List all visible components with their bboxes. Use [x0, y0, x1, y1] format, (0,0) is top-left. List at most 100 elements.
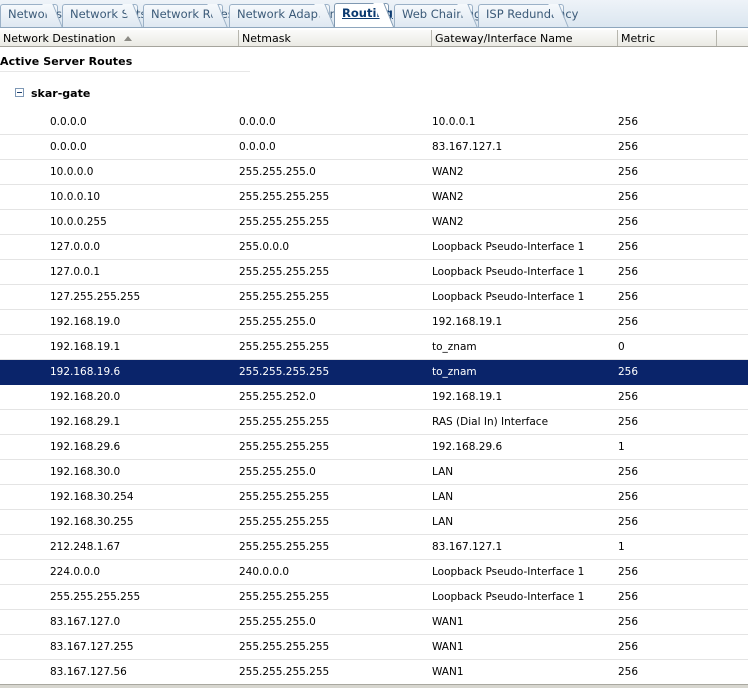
metric-cell: 256: [618, 166, 639, 178]
tab-label: ISP Redundancy: [486, 7, 579, 21]
horizontal-scrollbar-edge[interactable]: [0, 684, 748, 688]
tab-networks[interactable]: Networks: [0, 4, 62, 27]
network-destination-cell: 212.248.1.67: [50, 541, 121, 553]
group-name[interactable]: skar-gate: [31, 87, 90, 100]
tab-routing[interactable]: Routing: [334, 3, 393, 27]
table-row[interactable]: 127.255.255.255 255.255.255.255 Loopback P…: [0, 285, 748, 310]
table-row[interactable]: 224.0.0.0 240.0.0.0 Loopback Pseudo-Interf…: [0, 560, 748, 585]
netmask-cell: 255.255.255.255: [239, 291, 330, 303]
netmask-cell: 255.255.255.255: [239, 591, 330, 603]
gateway-cell: Loopback Pseudo-Interface 1: [432, 566, 585, 578]
table-row[interactable]: 10.0.0.255 255.255.255.255 WAN2 256: [0, 210, 748, 235]
network-destination-cell: 192.168.30.0: [50, 466, 121, 478]
table-row[interactable]: 127.0.0.1 255.255.255.255 Loopback Pseudo-…: [0, 260, 748, 285]
netmask-cell: 255.255.255.0: [239, 166, 316, 178]
metric-cell: 256: [618, 491, 639, 503]
gateway-cell: 10.0.0.1: [432, 116, 476, 128]
gateway-cell: to_znam: [432, 341, 477, 353]
metric-cell: 1: [618, 441, 625, 453]
table-row[interactable]: 10.0.0.0 255.255.255.0 WAN2 256: [0, 160, 748, 185]
netmask-cell: 0.0.0.0: [239, 141, 276, 153]
tab-label: Network Adapters: [237, 7, 341, 21]
collapse-icon[interactable]: [15, 88, 24, 97]
tab-network-adapters[interactable]: Network Adapters: [229, 4, 340, 27]
metric-cell: 256: [618, 116, 639, 128]
table-row[interactable]: 192.168.30.255 255.255.255.255 LAN 256: [0, 510, 748, 535]
table-row[interactable]: 192.168.30.254 255.255.255.255 LAN 256: [0, 485, 748, 510]
column-header-netmask[interactable]: Netmask: [239, 30, 432, 46]
gateway-cell: Loopback Pseudo-Interface 1: [432, 241, 585, 253]
network-destination-cell: 255.255.255.255: [50, 591, 141, 603]
netmask-cell: 255.255.255.255: [239, 341, 330, 353]
table-row[interactable]: 192.168.29.6 255.255.255.255 192.168.29.6 1: [0, 435, 748, 460]
table-row[interactable]: 192.168.19.1 255.255.255.255 to_znam 0: [0, 335, 748, 360]
tab-network-rules[interactable]: Network Rules: [143, 4, 234, 27]
netmask-cell: 255.0.0.0: [239, 241, 290, 253]
metric-cell: 1: [618, 541, 625, 553]
network-destination-cell: 10.0.0.0: [50, 166, 94, 178]
table-row[interactable]: 192.168.20.0 255.255.252.0 192.168.19.1 256: [0, 385, 748, 410]
metric-cell: 256: [618, 416, 639, 428]
network-destination-cell: 192.168.30.255: [50, 516, 134, 528]
gateway-cell: LAN: [432, 491, 454, 503]
netmask-cell: 255.255.255.0: [239, 316, 316, 328]
network-destination-cell: 192.168.19.1: [50, 341, 121, 353]
tab-label: Web Chaining: [402, 7, 482, 21]
column-header-label: Network Destination: [3, 32, 116, 45]
table-row[interactable]: 83.167.127.0 255.255.255.0 WAN1 256: [0, 610, 748, 635]
network-destination-cell: 192.168.19.0: [50, 316, 121, 328]
metric-cell: 256: [618, 591, 639, 603]
table-row[interactable]: 127.0.0.0 255.0.0.0 Loopback Pseudo-Interf…: [0, 235, 748, 260]
netmask-cell: 255.255.255.255: [239, 516, 330, 528]
tab-label: Routing: [342, 6, 393, 20]
gateway-cell: WAN2: [432, 191, 464, 203]
gateway-cell: WAN1: [432, 666, 464, 678]
tab-label: Network Rules: [151, 7, 234, 21]
netmask-cell: 0.0.0.0: [239, 116, 276, 128]
network-destination-cell: 83.167.127.0: [50, 616, 121, 628]
network-destination-cell: 127.255.255.255: [50, 291, 141, 303]
table-row[interactable]: 10.0.0.10 255.255.255.255 WAN2 256: [0, 185, 748, 210]
tab-network-sets[interactable]: Network Sets: [62, 4, 147, 27]
table-row[interactable]: 192.168.19.0 255.255.255.0 192.168.19.1 256: [0, 310, 748, 335]
metric-cell: 256: [618, 216, 639, 228]
column-header-row: Network Destination Netmask Gateway/Inte…: [0, 30, 748, 47]
netmask-cell: 255.255.255.255: [239, 666, 330, 678]
column-header-network-destination[interactable]: Network Destination: [0, 30, 239, 46]
gateway-cell: WAN1: [432, 641, 464, 653]
table-row[interactable]: 192.168.29.1 255.255.255.255 RAS (Dial In)…: [0, 410, 748, 435]
column-header-metric[interactable]: Metric: [618, 30, 717, 46]
network-destination-cell: 0.0.0.0: [50, 141, 87, 153]
gateway-cell: WAN2: [432, 166, 464, 178]
network-destination-cell: 224.0.0.0: [50, 566, 101, 578]
sort-ascending-icon: [123, 36, 132, 41]
table-row[interactable]: 83.167.127.255 255.255.255.255 WAN1 256: [0, 635, 748, 660]
metric-cell: 256: [618, 391, 639, 403]
table-row[interactable]: 0.0.0.0 0.0.0.0 10.0.0.1 256: [0, 110, 748, 135]
table-row[interactable]: 83.167.127.56 255.255.255.255 WAN1 256: [0, 660, 748, 685]
section-title: Active Server Routes: [0, 55, 133, 68]
tab-isp-redundancy[interactable]: ISP Redundancy: [478, 4, 578, 27]
table-row[interactable]: 0.0.0.0 0.0.0.0 83.167.127.1 256: [0, 135, 748, 160]
network-destination-cell: 127.0.0.0: [50, 241, 101, 253]
gateway-cell: WAN2: [432, 216, 464, 228]
network-destination-cell: 83.167.127.56: [50, 666, 127, 678]
column-header-gateway[interactable]: Gateway/Interface Name: [432, 30, 618, 46]
netmask-cell: 255.255.252.0: [239, 391, 316, 403]
table-row[interactable]: 212.248.1.67 255.255.255.255 83.167.127.1 1: [0, 535, 748, 560]
table-row[interactable]: 192.168.30.0 255.255.255.0 LAN 256: [0, 460, 748, 485]
gateway-cell: WAN1: [432, 616, 464, 628]
gateway-cell: LAN: [432, 466, 454, 478]
gateway-cell: RAS (Dial In) Interface: [432, 416, 549, 428]
network-destination-cell: 127.0.0.1: [50, 266, 101, 278]
table-row[interactable]: 192.168.19.6 255.255.255.255 to_znam 256: [0, 360, 748, 385]
metric-cell: 256: [618, 241, 639, 253]
table-row[interactable]: 255.255.255.255 255.255.255.255 Loopback P…: [0, 585, 748, 610]
tab-strip: Networks Network Sets Network Rules Netw…: [0, 0, 748, 28]
netmask-cell: 255.255.255.0: [239, 466, 316, 478]
netmask-cell: 255.255.255.255: [239, 266, 330, 278]
tab-web-chaining[interactable]: Web Chaining: [394, 4, 481, 27]
column-header-label: Netmask: [242, 32, 291, 45]
network-destination-cell: 192.168.30.254: [50, 491, 134, 503]
gateway-cell: LAN: [432, 516, 454, 528]
